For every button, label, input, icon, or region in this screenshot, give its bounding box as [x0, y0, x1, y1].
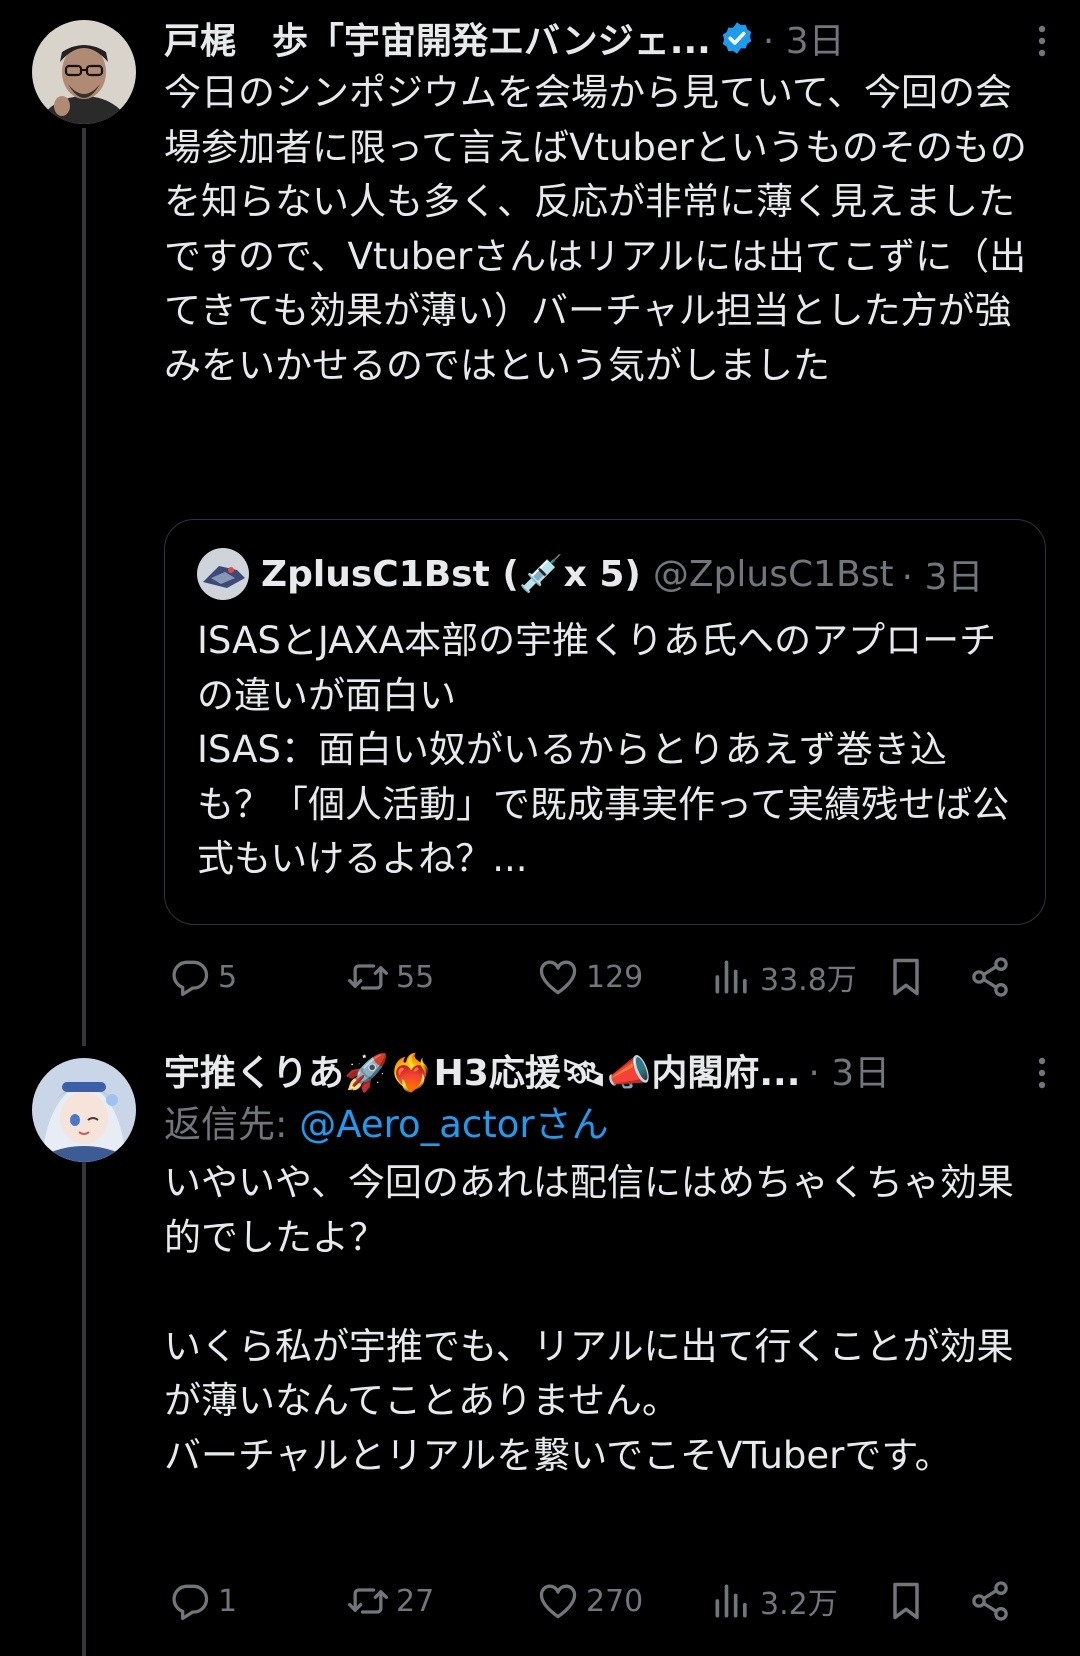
views-count: 33.8万 [760, 963, 857, 998]
repost-button[interactable]: 55 [346, 947, 434, 1007]
quote-tweet-card[interactable]: ZplusC1Bst (💉x 5) @ZplusC1Bst · 3日 ISASと… [164, 519, 1046, 925]
repost-count: 27 [396, 1583, 435, 1619]
reply-button[interactable]: 5 [168, 947, 237, 1007]
quote-handle: @ZplusC1Bst [652, 553, 894, 595]
views-icon [715, 1584, 747, 1618]
display-name[interactable]: 戸梶 歩「宇宙開発エバンジェ... [164, 12, 711, 64]
quote-timestamp: · 3日 [901, 557, 984, 598]
timestamp[interactable]: · 3日 [763, 12, 845, 64]
quote-display-name: ZplusC1Bst (💉x 5) [261, 554, 641, 595]
bookmark-button[interactable] [884, 1571, 928, 1631]
reply-count: 1 [218, 1583, 238, 1619]
more-icon[interactable] [1036, 1056, 1048, 1090]
views-button[interactable]: 3.2万 [710, 1571, 838, 1631]
tweet-text: 今日のシンポジウムを会場から見ていて、今回の会場参加者に限って言えばVtuber… [164, 71, 1027, 387]
reply-count: 5 [218, 959, 238, 995]
tweet[interactable]: 宇推くりあ🚀❤️‍🔥H3応援🛰📣内閣府... · 3日 返信先: @Aero_a… [0, 1040, 1080, 1656]
display-name[interactable]: 宇推くりあ🚀❤️‍🔥H3応援🛰📣内閣府... [164, 1044, 800, 1096]
avatar[interactable] [32, 20, 136, 124]
repost-icon [348, 1588, 388, 1614]
action-bar: 5 55 129 33.8万 [164, 947, 1044, 1007]
share-button[interactable] [968, 1571, 1012, 1631]
bookmark-icon [893, 1582, 919, 1620]
repost-icon [348, 964, 388, 990]
reply-icon [172, 1584, 209, 1621]
reply-prefix: 返信先: [164, 1103, 300, 1146]
share-icon [972, 1581, 1008, 1621]
more-icon[interactable] [1036, 24, 1048, 58]
replying-to: 返信先: @Aero_actorさん [164, 1098, 1048, 1152]
action-bar: 1 27 270 3.2万 [164, 1571, 1044, 1631]
views-count: 3.2万 [760, 1587, 838, 1622]
repost-button[interactable]: 27 [346, 1571, 434, 1631]
reply-button[interactable]: 1 [168, 1571, 237, 1631]
verified-badge-icon [722, 22, 752, 54]
tweet-text: いやいや、今回のあれは配信にはめちゃくちゃ効果的でしたよ？ いくら私が宇推でも、… [164, 1161, 1014, 1477]
like-count: 129 [586, 959, 644, 995]
like-count: 270 [586, 1583, 644, 1619]
views-icon [715, 960, 747, 994]
share-icon [972, 957, 1008, 997]
bookmark-button[interactable] [884, 947, 928, 1007]
reply-handle-link[interactable]: @Aero_actorさん [299, 1103, 608, 1146]
share-button[interactable] [968, 947, 1012, 1007]
like-button[interactable]: 270 [536, 1571, 643, 1631]
avatar[interactable] [32, 1058, 136, 1162]
reply-icon [172, 960, 209, 997]
bookmark-icon [893, 958, 919, 996]
timestamp[interactable]: · 3日 [808, 1044, 890, 1096]
repost-count: 55 [396, 959, 435, 995]
quote-tweet-text: ISASとJAXA本部の宇推くりあ氏へのアプローチの違いが面白い ISAS：面白… [197, 619, 1010, 880]
like-button[interactable]: 129 [536, 947, 643, 1007]
heart-icon [539, 960, 577, 995]
heart-icon [539, 1584, 577, 1619]
tweet[interactable]: 戸梶 歩「宇宙開発エバンジェ... · 3日 今日のシンポジウムを会場から見てい… [0, 0, 1080, 1040]
quote-avatar [197, 548, 249, 600]
views-button[interactable]: 33.8万 [710, 947, 857, 1007]
